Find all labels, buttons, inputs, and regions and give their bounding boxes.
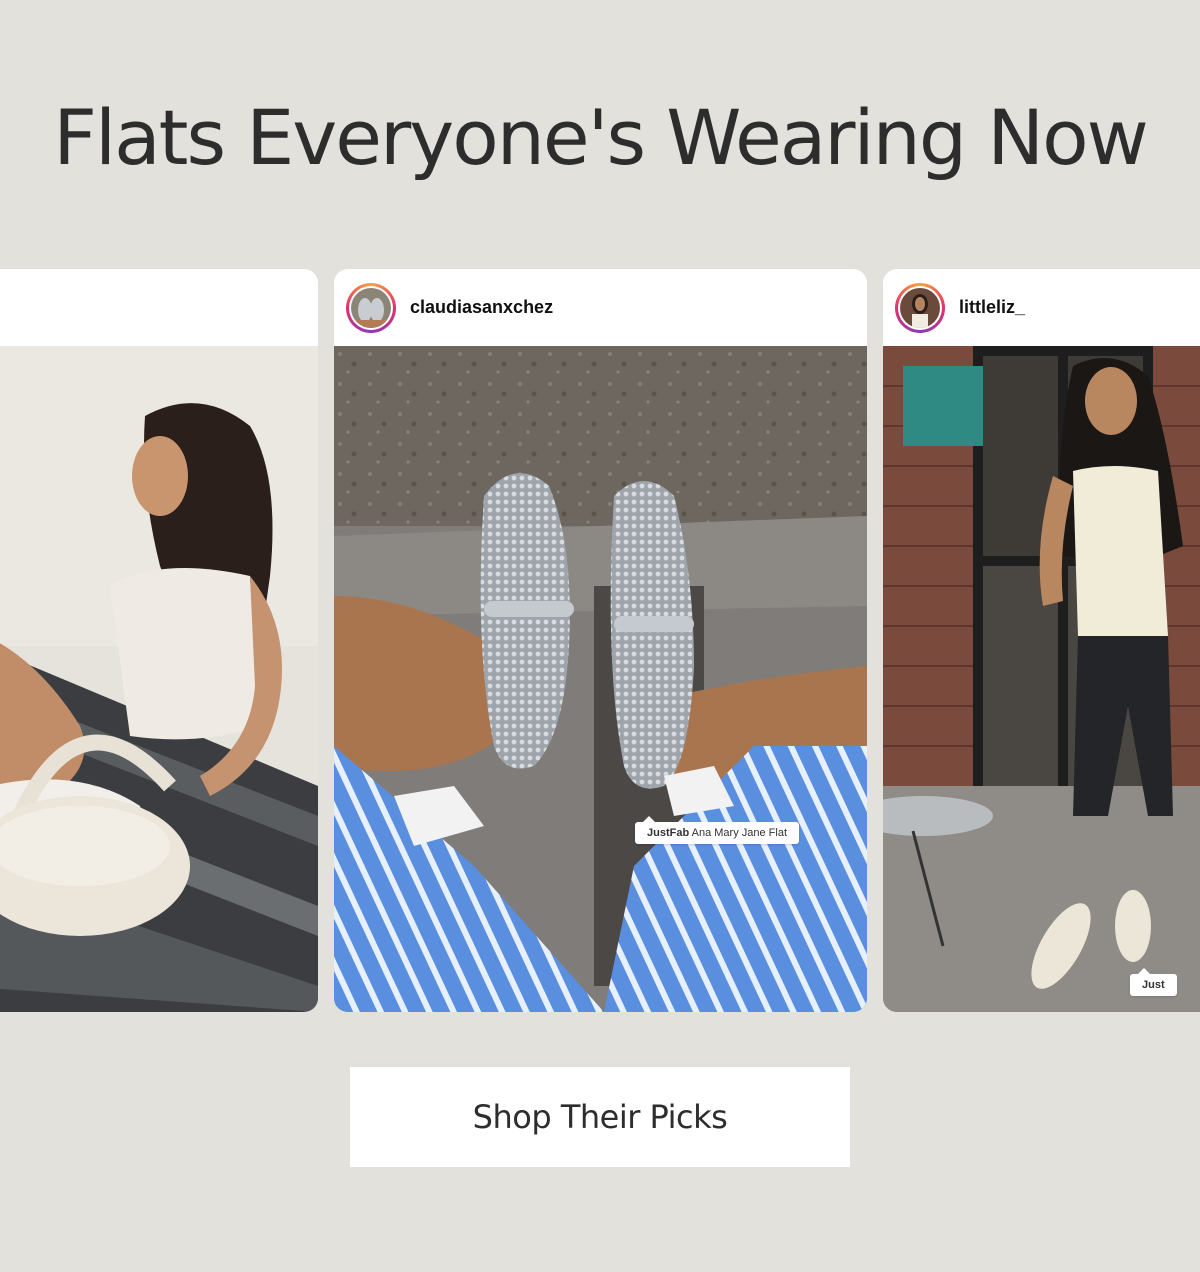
product-tag[interactable]: JustFab Ana Mary Jane Flat	[635, 816, 800, 844]
product-tag-name: Ana Mary Jane Flat	[691, 827, 788, 839]
post-card-right[interactable]: littleliz_ Just	[883, 269, 1200, 1012]
product-tag-brand: Just	[1142, 979, 1165, 991]
username[interactable]: littleliz_	[959, 297, 1025, 318]
post-header: claudiasanxchez	[334, 269, 867, 346]
post-card-left[interactable]	[0, 269, 318, 1012]
post-card-center[interactable]: claudiasanxchez JustFab Ana Mary Jane Fl…	[334, 269, 867, 1012]
post-header: littleliz_	[883, 269, 1200, 346]
post-photo[interactable]: Just	[883, 346, 1200, 1012]
username[interactable]: claudiasanxchez	[410, 297, 553, 318]
shop-their-picks-button[interactable]: Shop Their Picks	[350, 1067, 850, 1167]
avatar[interactable]	[895, 282, 945, 333]
product-tag-brand: JustFab	[647, 827, 690, 839]
avatar[interactable]	[346, 282, 396, 333]
post-photo[interactable]	[0, 346, 318, 1012]
post-photo[interactable]: JustFab Ana Mary Jane Flat	[334, 346, 867, 1012]
product-tag[interactable]: Just	[1130, 968, 1177, 996]
page-title: Flats Everyone's Wearing Now	[53, 93, 1148, 182]
